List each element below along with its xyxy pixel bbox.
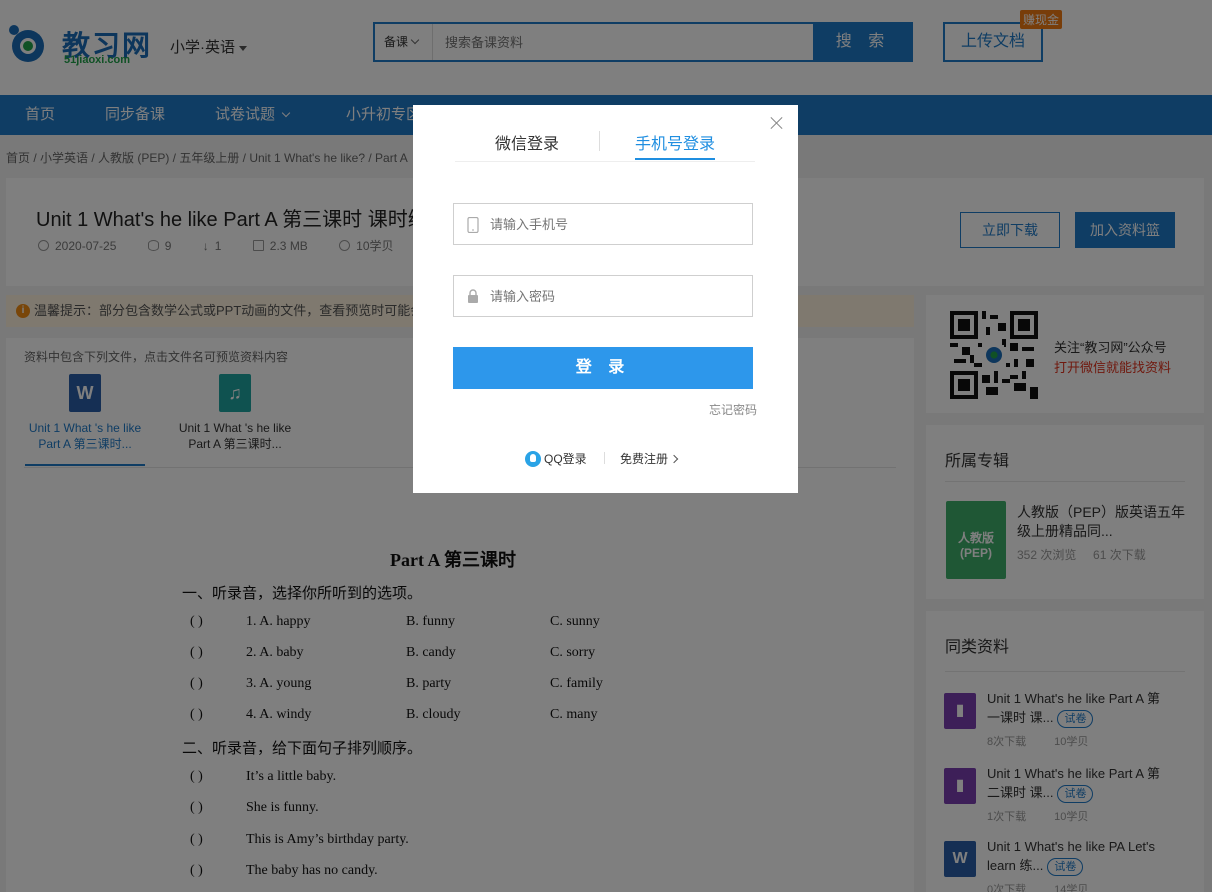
phone-field[interactable] <box>453 203 753 245</box>
tab-phone-login[interactable]: 手机号登录 <box>635 130 716 160</box>
password-field[interactable] <box>453 275 753 317</box>
forgot-password-link[interactable]: 忘记密码 <box>709 401 757 418</box>
divider <box>455 161 755 162</box>
free-register-link[interactable]: 免费注册 <box>620 450 679 467</box>
phone-icon <box>467 217 479 233</box>
login-button[interactable]: 登 录 <box>453 347 753 389</box>
tab-wechat-login[interactable]: 微信登录 <box>495 130 559 160</box>
divider <box>604 452 605 464</box>
tab-divider <box>599 131 600 151</box>
register-label: 免费注册 <box>620 452 669 466</box>
close-icon[interactable] <box>769 115 785 131</box>
qq-icon <box>525 451 541 467</box>
chevron-right-icon <box>669 454 679 464</box>
login-modal: 微信登录 手机号登录 登 录 忘记密码 QQ登录 免费注册 <box>413 105 798 493</box>
qq-login-label: QQ登录 <box>544 452 587 466</box>
phone-input[interactable] <box>490 204 740 244</box>
password-input[interactable] <box>490 276 740 316</box>
qq-login-link[interactable]: QQ登录 <box>525 450 587 467</box>
lock-icon <box>468 289 478 303</box>
